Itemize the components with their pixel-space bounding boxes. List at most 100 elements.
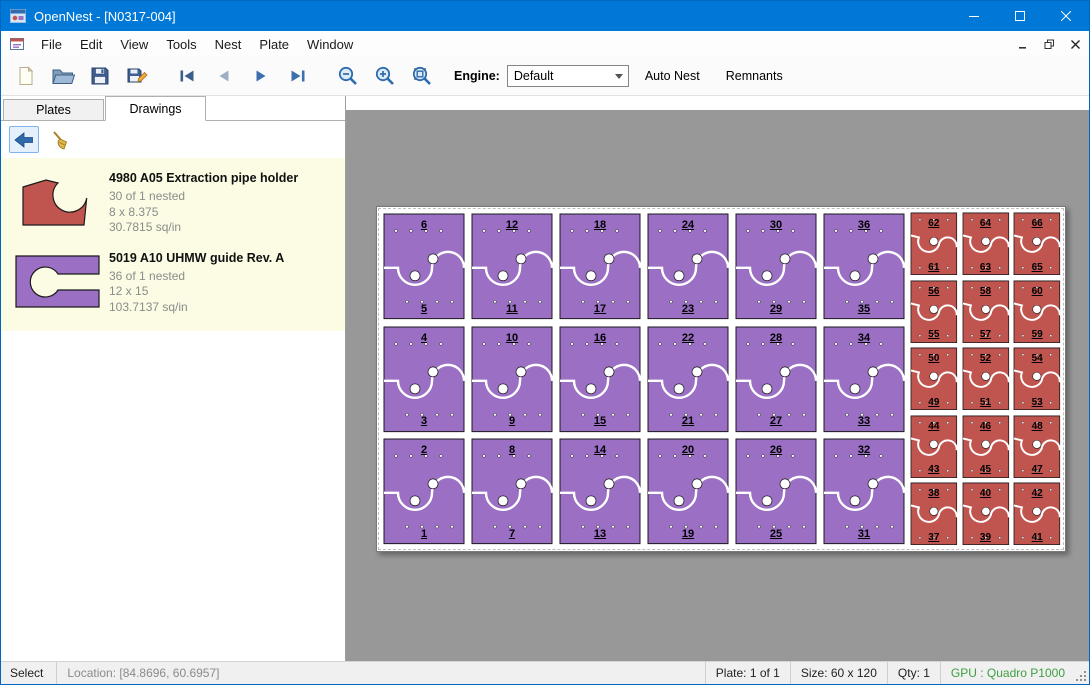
part-number-top: 26 bbox=[732, 444, 820, 456]
nest-cell[interactable]: 5453 bbox=[1011, 345, 1063, 413]
chevron-down-icon[interactable] bbox=[611, 66, 628, 86]
nest-cell[interactable]: 1817 bbox=[556, 210, 644, 323]
nest-cell[interactable]: 21 bbox=[380, 435, 468, 548]
part-number-top: 52 bbox=[960, 353, 1012, 364]
menu-item-window[interactable]: Window bbox=[298, 33, 362, 56]
nest-cell[interactable]: 65 bbox=[380, 210, 468, 323]
part-thumbnail bbox=[7, 248, 109, 316]
part-number-top: 66 bbox=[1011, 218, 1063, 229]
nest-cell[interactable]: 2019 bbox=[644, 435, 732, 548]
nest-cell[interactable]: 4443 bbox=[908, 413, 960, 481]
minimize-button[interactable] bbox=[951, 1, 997, 31]
nest-cell[interactable]: 2625 bbox=[732, 435, 820, 548]
zoom-fit-button[interactable] bbox=[403, 59, 440, 93]
part-number-top: 42 bbox=[1011, 488, 1063, 499]
part-number-bottom: 9 bbox=[468, 415, 556, 427]
maximize-icon bbox=[1015, 11, 1025, 21]
drawing-size: 12 x 15 bbox=[109, 284, 337, 300]
nest-cell[interactable]: 52 51 bbox=[960, 345, 1012, 413]
part-number-top: 12 bbox=[468, 219, 556, 231]
nest-cell[interactable]: 66 65 bbox=[1011, 210, 1063, 278]
nest-cell[interactable]: 3433 bbox=[820, 323, 908, 436]
nest-cell[interactable]: 2221 bbox=[644, 323, 732, 436]
part-number-bottom: 57 bbox=[960, 329, 1012, 340]
menu-item-tools[interactable]: Tools bbox=[157, 33, 205, 56]
part-number-bottom: 29 bbox=[732, 303, 820, 315]
menu-item-file[interactable]: File bbox=[32, 33, 71, 56]
nest-cell[interactable]: 4039 bbox=[960, 480, 1012, 548]
drawing-area: 103.7137 sq/in bbox=[109, 300, 337, 316]
return-part-button[interactable] bbox=[9, 126, 39, 153]
maximize-button[interactable] bbox=[997, 1, 1043, 31]
part-number-bottom: 17 bbox=[556, 303, 644, 315]
part-number-top: 40 bbox=[960, 488, 1012, 499]
nest-cell[interactable]: 10 9 bbox=[468, 323, 556, 436]
menu-item-nest[interactable]: Nest bbox=[206, 33, 251, 56]
part-number-top: 10 bbox=[468, 332, 556, 344]
nest-cell[interactable]: 3231 bbox=[820, 435, 908, 548]
nest-cell[interactable]: 3837 bbox=[908, 480, 960, 548]
new-button[interactable] bbox=[7, 59, 44, 93]
mdi-restore-button[interactable] bbox=[1037, 33, 1061, 55]
nest-cell[interactable]: 6463 bbox=[960, 210, 1012, 278]
part-number-bottom: 65 bbox=[1011, 262, 1063, 273]
nest-cell[interactable]: 2827 bbox=[732, 323, 820, 436]
part-number-bottom: 15 bbox=[556, 415, 644, 427]
nest-cell[interactable]: 5049 bbox=[908, 345, 960, 413]
previous-plate-button[interactable] bbox=[205, 59, 242, 93]
save-icon bbox=[89, 65, 111, 87]
drawing-title: 5019 A10 UHMW guide Rev. A bbox=[109, 251, 337, 265]
save-button[interactable] bbox=[81, 59, 118, 93]
nest-cell[interactable]: 4241 bbox=[1011, 480, 1063, 548]
nest-cell[interactable]: 4847 bbox=[1011, 413, 1063, 481]
part-number-top: 46 bbox=[960, 421, 1012, 432]
part-number-top: 58 bbox=[960, 286, 1012, 297]
nest-cell[interactable]: 87 bbox=[468, 435, 556, 548]
auto-nest-button[interactable]: Auto Nest bbox=[635, 63, 710, 89]
new-document-icon bbox=[15, 65, 37, 87]
menu-item-plate[interactable]: Plate bbox=[250, 33, 298, 56]
save-as-button[interactable] bbox=[118, 59, 155, 93]
part-number-bottom: 51 bbox=[960, 397, 1012, 408]
window-title: OpenNest - [N0317-004] bbox=[34, 9, 176, 24]
mdi-close-button[interactable] bbox=[1063, 33, 1087, 55]
nest-cell[interactable]: 3635 bbox=[820, 210, 908, 323]
first-icon bbox=[177, 66, 197, 86]
nest-cell[interactable]: 1615 bbox=[556, 323, 644, 436]
next-plate-button[interactable] bbox=[242, 59, 279, 93]
tab-drawings[interactable]: Drawings bbox=[105, 96, 206, 121]
remnants-button[interactable]: Remnants bbox=[716, 63, 793, 89]
nest-cell[interactable]: 4645 bbox=[960, 413, 1012, 481]
nest-cell[interactable]: 6261 bbox=[908, 210, 960, 278]
last-plate-button[interactable] bbox=[279, 59, 316, 93]
red-part-shape bbox=[20, 175, 96, 229]
first-plate-button[interactable] bbox=[168, 59, 205, 93]
nest-cell[interactable]: 1413 bbox=[556, 435, 644, 548]
close-button[interactable] bbox=[1043, 1, 1089, 31]
engine-select[interactable]: Default bbox=[507, 65, 629, 87]
resize-grip[interactable] bbox=[1075, 662, 1089, 684]
engine-label: Engine: bbox=[454, 69, 500, 83]
tab-plates-label: Plates bbox=[36, 103, 71, 117]
mdi-minimize-button[interactable] bbox=[1011, 33, 1035, 55]
menu-item-view[interactable]: View bbox=[111, 33, 157, 56]
nest-cell[interactable]: 58 57 bbox=[960, 278, 1012, 346]
part-number-bottom: 21 bbox=[644, 415, 732, 427]
clear-nest-button[interactable] bbox=[46, 126, 76, 153]
nest-cell[interactable]: 5655 bbox=[908, 278, 960, 346]
zoom-out-button[interactable] bbox=[329, 59, 366, 93]
drawing-item[interactable]: 5019 A10 UHMW guide Rev. A 36 of 1 neste… bbox=[1, 242, 345, 322]
nest-cell[interactable]: 2423 bbox=[644, 210, 732, 323]
drawing-item[interactable]: 4980 A05 Extraction pipe holder 30 of 1 … bbox=[1, 162, 345, 242]
app-icon bbox=[10, 8, 26, 24]
tab-plates[interactable]: Plates bbox=[3, 99, 104, 121]
zoom-in-button[interactable] bbox=[366, 59, 403, 93]
nest-canvas[interactable]: 6512111817242330293635431091615222128273… bbox=[346, 96, 1089, 661]
menu-item-edit[interactable]: Edit bbox=[71, 33, 111, 56]
nest-cell[interactable]: 3029 bbox=[732, 210, 820, 323]
open-button[interactable] bbox=[44, 59, 81, 93]
part-number-bottom: 1 bbox=[380, 528, 468, 540]
nest-cell[interactable]: 6059 bbox=[1011, 278, 1063, 346]
nest-cell[interactable]: 1211 bbox=[468, 210, 556, 323]
nest-cell[interactable]: 43 bbox=[380, 323, 468, 436]
